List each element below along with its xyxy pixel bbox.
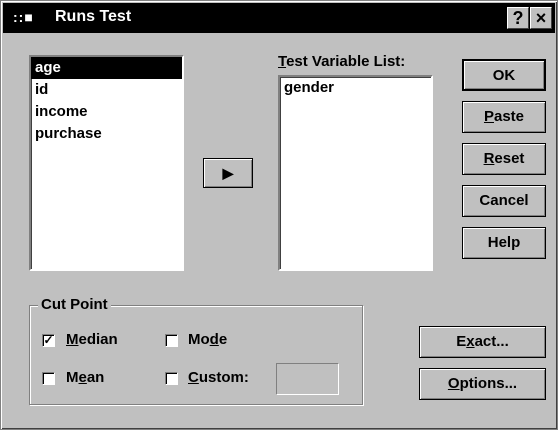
list-item[interactable]: id [31,79,182,101]
label-rest: edian [78,331,118,348]
label-rest: an [86,369,105,386]
label-mnemonic: T [278,53,287,70]
mnemonic: C [188,369,199,386]
help-button[interactable]: Help [462,227,546,259]
custom-value-input[interactable] [276,363,339,395]
paste-button[interactable]: Paste [462,101,546,133]
options-button[interactable]: Options... [419,368,546,400]
label-rest: aste [493,108,525,125]
test-variable-list-label: Test Variable List: [278,53,405,70]
cut-point-legend: Cut Point [38,296,111,313]
title-bar[interactable]: ::■ Runs Test ? × [3,3,555,33]
help-title-button[interactable]: ? [507,7,529,29]
exact-button[interactable]: Exact... [419,326,546,358]
mode-checkbox[interactable] [165,334,178,347]
label-pre: E [456,333,467,350]
list-item[interactable]: age [31,57,182,79]
label-rest: e [218,331,228,348]
label-pre: M [66,369,79,386]
runs-test-dialog: ::■ Runs Test ? × age id income purchase… [0,0,558,430]
source-variable-list[interactable]: age id income purchase [29,55,184,271]
label-rest: act... [474,333,509,350]
list-item[interactable]: purchase [31,123,182,145]
check-icon: ✓ [43,333,54,347]
mean-checkbox[interactable] [42,372,55,385]
mnemonic: O [447,375,460,392]
mode-label[interactable]: Mode [188,331,227,348]
label-rest: est Variable List: [286,53,406,70]
reset-button[interactable]: Reset [462,143,546,175]
mnemonic: P [483,108,494,125]
label-pre: Mo [188,331,210,348]
label-rest: eset [494,150,525,167]
mnemonic: d [209,331,219,348]
test-variable-list[interactable]: gender [278,75,433,271]
right-arrow-icon: ▶ [222,165,234,181]
cancel-button[interactable]: Cancel [462,185,546,217]
system-menu-icon[interactable]: ::■ [13,9,34,25]
mnemonic: x [466,333,475,350]
list-item[interactable]: income [31,101,182,123]
mnemonic: M [66,331,79,348]
custom-checkbox[interactable] [165,372,178,385]
close-icon[interactable]: × [530,7,552,29]
dialog-title: Runs Test [55,8,132,25]
label-rest: ustom: [198,369,249,386]
ok-button[interactable]: OK [462,59,546,91]
label-rest: ptions... [459,375,518,392]
median-checkbox[interactable]: ✓ [42,334,55,347]
mean-label[interactable]: Mean [66,369,104,386]
list-item[interactable]: gender [280,77,431,99]
mnemonic: e [78,369,87,386]
custom-label[interactable]: Custom: [188,369,249,386]
median-label[interactable]: Median [66,331,118,348]
mnemonic: R [483,150,495,167]
move-variable-button[interactable]: ▶ [203,158,253,188]
